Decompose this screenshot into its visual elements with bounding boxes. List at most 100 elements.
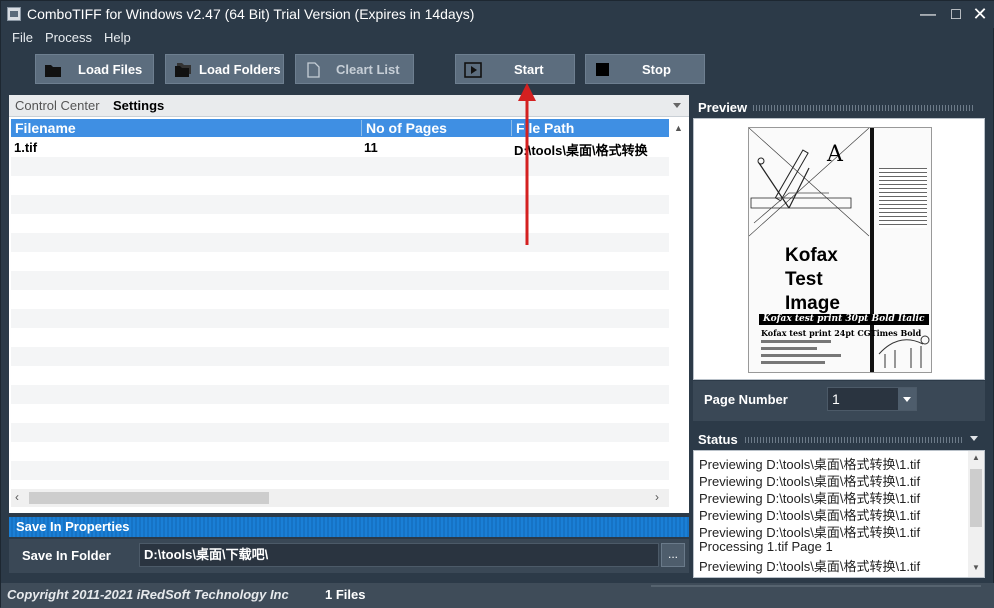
save-in-properties-header: Save In Properties [9,517,689,537]
start-label: Start [514,62,544,77]
status-header: Status [693,429,983,449]
empty-row [11,423,669,442]
status-title: Status [698,432,738,447]
page-number-value: 1 [832,391,840,407]
status-dropdown-icon[interactable] [970,436,978,441]
toolbar: Load Files Load Folders Cleart List Star… [1,48,994,92]
app-window: ComboTIFF for Windows v2.47 (64 Bit) Tri… [0,0,994,608]
page-number-label: Page Number [704,392,788,407]
empty-row [11,347,669,366]
scroll-up-icon[interactable]: ▲ [674,123,683,133]
scroll-down-icon[interactable]: ▼ [972,563,980,572]
empty-row [11,252,669,271]
empty-row [11,309,669,328]
menu-process[interactable]: Process [45,30,92,45]
folders-icon [175,63,191,77]
file-grid[interactable]: Filename No of Pages File Path 1.tif 11 … [11,119,669,489]
scrollbar-thumb[interactable] [29,492,269,504]
files-count: 1 Files [325,587,366,602]
cell-pages: 11 [364,140,378,155]
doc-title: Kofax Test Image [785,244,840,316]
tab-dropdown-icon[interactable] [673,103,681,108]
menu-file[interactable]: File [12,30,33,45]
load-folders-button[interactable]: Load Folders [165,54,284,84]
save-in-properties-title: Save In Properties [16,519,130,534]
menu-help[interactable]: Help [104,30,131,45]
chevron-down-icon[interactable] [898,388,916,410]
page-number-select[interactable]: 1 [827,387,917,411]
status-bar-divider [651,585,981,587]
column-filename[interactable]: Filename [11,120,361,136]
doc-small-text [761,361,825,364]
stop-icon [596,63,609,76]
grid-horizontal-scrollbar[interactable]: ‹ › [11,489,669,507]
save-in-folder-label: Save In Folder [22,548,111,563]
scrollbar-thumb[interactable] [970,469,982,527]
status-bar: Copyright 2011-2021 iRedSoft Technology … [1,583,994,608]
page-number-row: Page Number 1 [693,381,985,421]
close-button[interactable]: ✕ [965,1,994,28]
stop-button[interactable]: Stop [585,54,705,84]
load-files-label: Load Files [78,62,143,77]
scroll-left-icon[interactable]: ‹ [15,490,19,504]
scroll-right-icon[interactable]: › [655,490,659,504]
doc-form-block [879,168,927,228]
empty-row [11,366,669,385]
empty-row [11,157,669,176]
preview-pane: A Kofax Test Image Kofax test print 30pt… [693,118,985,380]
table-row[interactable]: 1.tif 11 D:\tools\桌面\格式转换 [11,138,669,158]
tab-bar: Control Center Settings [9,95,689,117]
stop-label: Stop [642,62,671,77]
grid-vertical-scrollbar[interactable]: ▲ [669,119,687,489]
empty-row [11,214,669,233]
empty-row [11,404,669,423]
title-bar: ComboTIFF for Windows v2.47 (64 Bit) Tri… [1,1,994,28]
doc-small-text [761,347,817,350]
empty-row [11,385,669,404]
preview-title: Preview [698,100,748,115]
preview-grip [753,105,975,111]
preview-page-image: A Kofax Test Image Kofax test print 30pt… [748,127,932,373]
empty-row [11,461,669,480]
doc-title-line: Test [785,269,823,290]
doc-title-line: Kofax [785,245,838,266]
copyright-text: Copyright 2011-2021 iRedSoft Technology … [7,587,289,602]
save-in-folder-row: Save In Folder D:\tools\桌面\下载吧\ ... [9,539,689,573]
doc-small-text [761,340,831,343]
status-grip [745,437,963,443]
status-line: Processing 1.tif Page 1 [699,539,833,554]
load-files-button[interactable]: Load Files [35,54,154,84]
column-pages[interactable]: No of Pages [361,120,511,136]
status-scrollbar[interactable]: ▲ ▼ [968,451,984,577]
window-title: ComboTIFF for Windows v2.47 (64 Bit) Tri… [27,6,475,22]
preview-header: Preview [693,97,983,117]
empty-row [11,328,669,347]
empty-row [11,271,669,290]
grid-header: Filename No of Pages File Path [11,119,669,137]
clear-list-button[interactable]: Cleart List [295,54,414,84]
annotation-arrow-icon [518,83,536,245]
empty-row [11,195,669,214]
empty-row [11,233,669,252]
control-panel: Control Center Settings Filename No of P… [9,95,689,513]
play-icon [464,62,482,78]
save-folder-input[interactable]: D:\tools\桌面\下载吧\ [139,543,659,567]
empty-row [11,176,669,195]
status-line: Previewing D:\tools\桌面\格式转换\1.tif [699,559,921,574]
doc-letter: A [827,142,843,167]
tab-settings[interactable]: Settings [113,98,164,113]
drawing-tools-illustration [749,128,870,237]
app-icon [7,7,21,21]
load-folders-label: Load Folders [199,62,281,77]
doc-small-text [761,354,841,357]
doc-title-line: Image [785,293,840,314]
empty-row [11,442,669,461]
tab-control-center[interactable]: Control Center [15,98,100,113]
minimize-button[interactable]: — [913,1,943,28]
clear-list-label: Cleart List [336,62,400,77]
empty-row [11,290,669,309]
browse-folder-button[interactable]: ... [661,543,685,567]
scroll-up-icon[interactable]: ▲ [972,453,980,462]
start-button[interactable]: Start [455,54,575,84]
status-log[interactable]: Previewing D:\tools\桌面\格式转换\1.tif Previe… [693,450,985,578]
